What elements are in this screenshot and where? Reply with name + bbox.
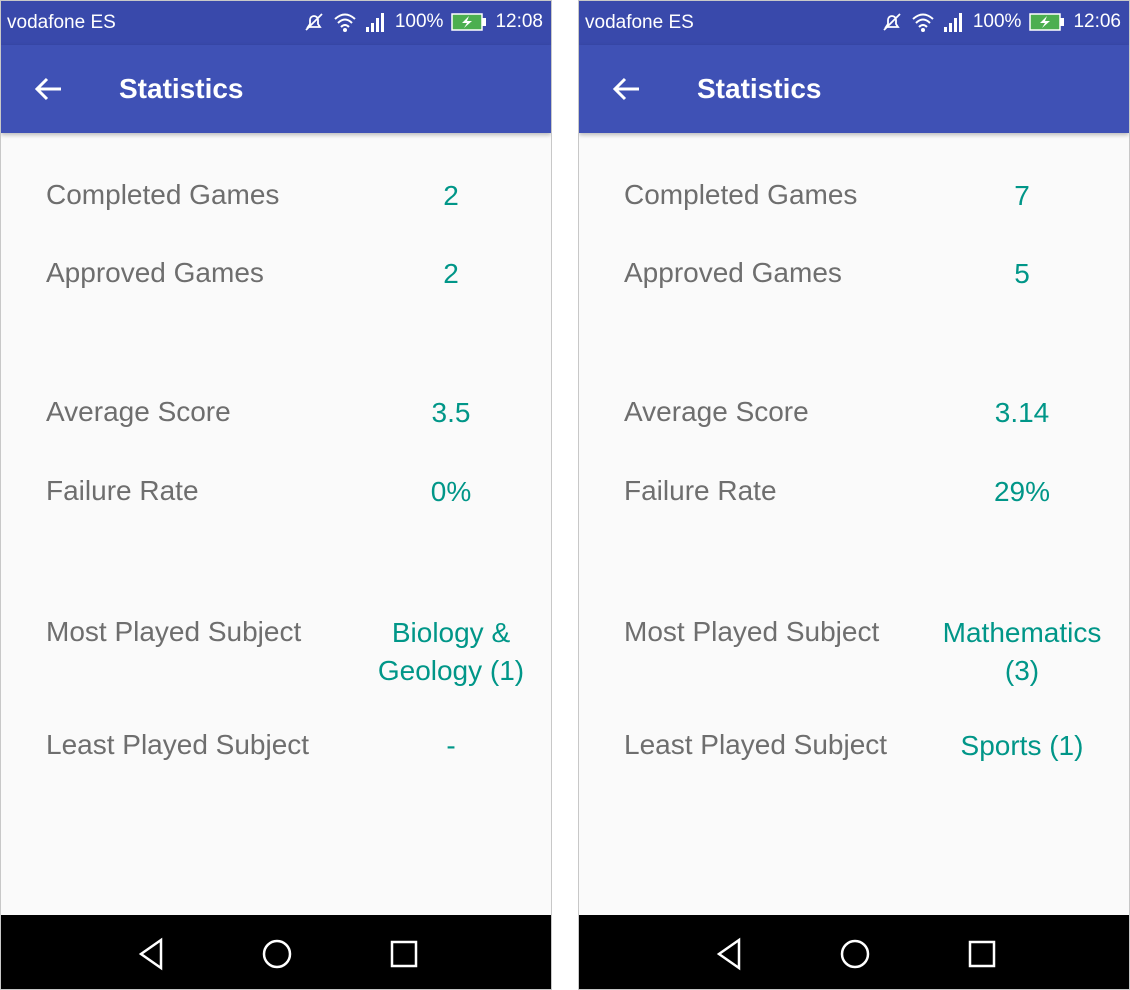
clock-time: 12:06 [1073,11,1121,32]
average-score-value: 3.14 [994,397,1050,428]
least-played-subject-value: Sports (1) [960,730,1084,761]
phone-screen-right: vodafone ES 100% 12:06 Statistics Comple… [578,0,1130,990]
most-played-subject-value-line2: (3) [1004,655,1040,686]
most-played-subject-value: Biology & Geology (1) [351,614,551,690]
approved-games-label: Approved Games [624,257,842,288]
back-arrow-icon[interactable] [29,69,69,109]
nav-home-icon[interactable] [835,934,875,974]
most-played-subject-label: Most Played Subject [46,616,302,647]
battery-charging-icon [451,13,487,31]
page-title: Statistics [119,73,244,104]
app-bar: Statistics [579,45,1129,133]
nav-back-icon[interactable] [131,934,171,974]
least-played-subject-label: Least Played Subject [624,729,888,760]
back-arrow-icon[interactable] [607,69,647,109]
status-icons: 100% 12:06 [881,11,1121,33]
average-score-label: Average Score [46,396,231,427]
most-played-subject-value-line1: Mathematics [942,617,1102,648]
navigation-bar [1,915,551,989]
nav-recents-icon[interactable] [384,934,424,974]
battery-percent: 100% [394,11,444,32]
clock-time: 12:08 [495,11,543,32]
app-bar: Statistics [1,45,551,133]
least-played-subject-value: - [446,730,456,761]
failure-rate-label: Failure Rate [624,475,777,506]
approved-games-value: 5 [1014,258,1030,289]
wifi-icon [334,13,356,32]
battery-charging-icon [1029,13,1065,31]
carrier-name: vodafone ES [7,12,116,33]
completed-games-label: Completed Games [624,179,858,210]
nav-back-icon[interactable] [709,934,749,974]
signal-icon [365,13,384,32]
wifi-icon [912,13,934,32]
mute-icon [883,13,901,31]
completed-games-value: 7 [1014,180,1030,211]
most-played-subject-value-line2: Geology (1) [377,655,525,686]
phone-screen-left: vodafone ES 100% 12:08 Statistics Comple… [0,0,552,990]
average-score-label: Average Score [624,396,809,427]
completed-games-label: Completed Games [46,179,280,210]
most-played-subject-value-line1: Biology & [391,617,511,648]
failure-rate-value: 29% [993,476,1051,507]
most-played-subject-value: Mathematics (3) [922,614,1122,690]
average-score-value: 3.5 [431,397,471,428]
page-title: Statistics [697,73,822,104]
carrier-name: vodafone ES [585,12,694,33]
navigation-bar [579,915,1129,989]
status-bar: vodafone ES 100% [579,1,1129,45]
failure-rate-value: 0% [430,476,472,507]
approved-games-label: Approved Games [46,257,264,288]
status-bar: vodafone ES 100% [1,1,551,45]
least-played-subject-label: Least Played Subject [46,729,310,760]
most-played-subject-label: Most Played Subject [624,616,880,647]
completed-games-value: 2 [443,180,459,211]
status-icons: 100% 12:08 [303,11,543,33]
battery-percent: 100% [972,11,1022,32]
nav-recents-icon[interactable] [962,934,1002,974]
failure-rate-label: Failure Rate [46,475,199,506]
signal-icon [943,13,962,32]
approved-games-value: 2 [443,258,459,289]
mute-icon [305,13,323,31]
nav-home-icon[interactable] [257,934,297,974]
